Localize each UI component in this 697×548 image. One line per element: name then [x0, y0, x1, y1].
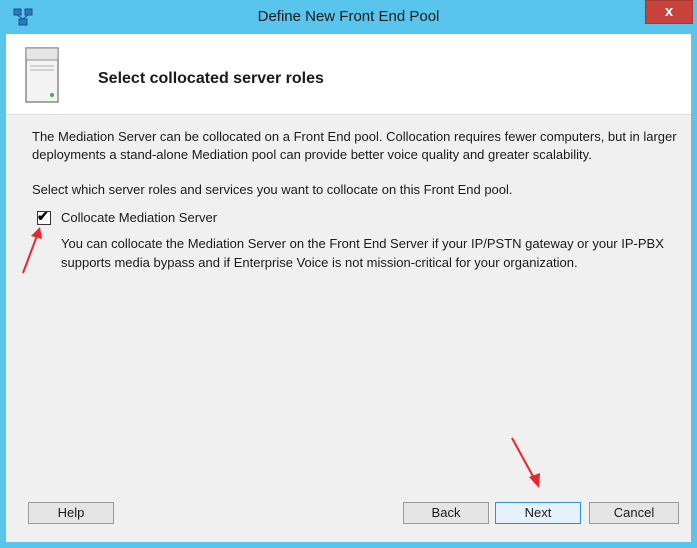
checkmark-icon: ✔	[37, 208, 49, 224]
instruction-text: Select which server roles and services y…	[32, 182, 513, 197]
cancel-button[interactable]: Cancel	[589, 502, 679, 524]
button-bar: Help Back Next Cancel	[6, 480, 691, 542]
option-description: You can collocate the Mediation Server o…	[61, 236, 664, 270]
collocate-mediation-checkbox[interactable]: ✔	[37, 208, 51, 225]
content-panel: The Mediation Server can be collocated o…	[6, 115, 691, 475]
dialog-window: Define New Front End Pool x Select collo…	[0, 0, 697, 548]
wizard-header: Select collocated server roles	[6, 34, 691, 115]
title-bar[interactable]: Define New Front End Pool x	[6, 0, 693, 34]
collocate-mediation-label[interactable]: Collocate Mediation Server	[61, 210, 217, 225]
server-icon	[25, 47, 59, 103]
next-button[interactable]: Next	[495, 502, 581, 524]
close-button[interactable]: x	[645, 0, 693, 24]
window-title: Define New Front End Pool	[257, 8, 440, 25]
description-text: The Mediation Server can be collocated o…	[32, 129, 677, 162]
back-button[interactable]: Back	[403, 502, 489, 524]
page-title: Select collocated server roles	[98, 70, 324, 87]
help-button[interactable]: Help	[28, 502, 114, 524]
